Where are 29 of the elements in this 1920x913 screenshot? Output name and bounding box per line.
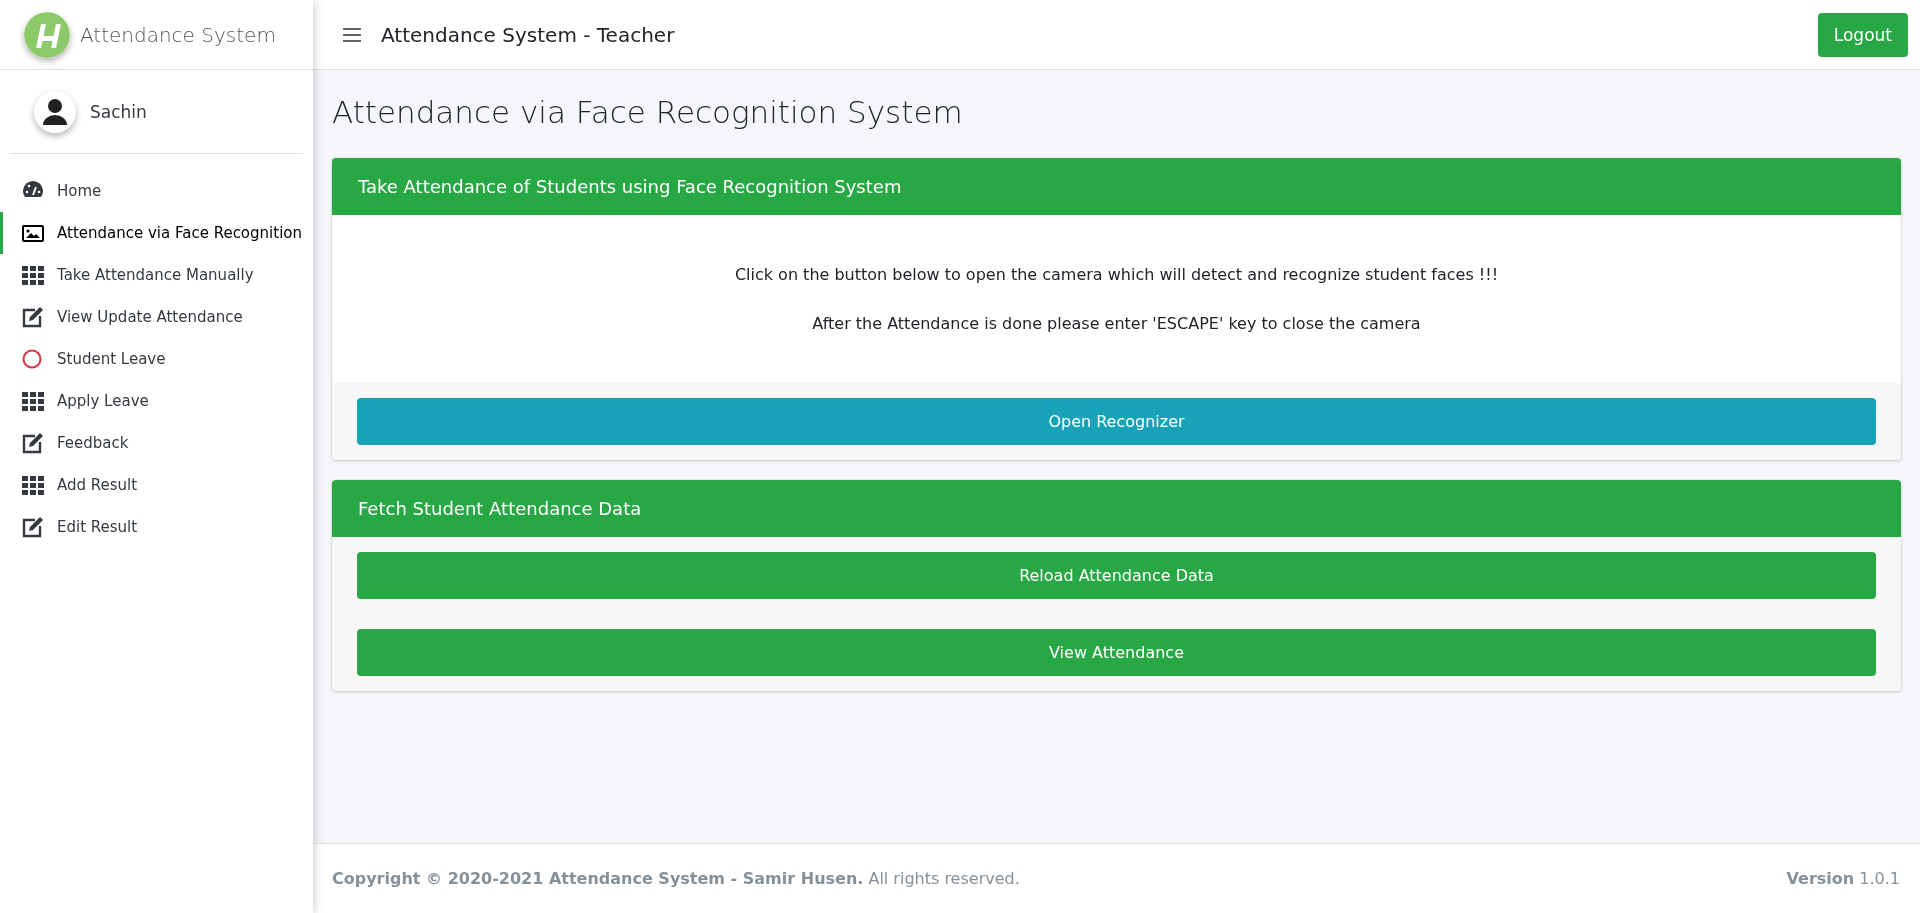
- sidebar-item[interactable]: Add Result: [0, 464, 313, 506]
- sidebar-item[interactable]: Student Leave: [0, 338, 313, 380]
- brand-name: Attendance System: [80, 22, 276, 47]
- sidebar-item[interactable]: Apply Leave: [0, 380, 313, 422]
- sidebar-item[interactable]: Attendance via Face Recognition: [0, 212, 313, 254]
- sidebar-item[interactable]: Take Attendance Manually: [0, 254, 313, 296]
- card-header: Fetch Student Attendance Data: [332, 480, 1901, 537]
- logo-icon: [24, 11, 70, 58]
- page-title: Attendance via Face Recognition System: [332, 94, 964, 130]
- edit-icon: [21, 432, 45, 454]
- sidebar-item[interactable]: View Update Attendance: [0, 296, 313, 338]
- edit-icon: [21, 516, 45, 538]
- app-title: Attendance System - Teacher: [381, 22, 676, 47]
- menu-icon[interactable]: [343, 26, 361, 43]
- grid-icon: [21, 390, 45, 412]
- version-text: Version 1.0.1: [1786, 869, 1900, 888]
- sidebar-item[interactable]: Home: [0, 170, 313, 212]
- avatar-icon: [34, 91, 76, 133]
- copyright-text: Copyright © 2020-2021 Attendance System - Samir Husen. All rights reserved.: [332, 869, 1020, 888]
- grid-icon: [21, 474, 45, 496]
- image-icon: [21, 222, 45, 244]
- sidebar-item[interactable]: Edit Result: [0, 506, 313, 548]
- instruction-text: Click on the button below to open the camera which will detect and recognize student faces !!!: [733, 265, 1500, 284]
- user-name: Sachin: [90, 102, 147, 122]
- sidebar-item[interactable]: Feedback: [0, 422, 313, 464]
- card-header: Take Attendance of Students using Face Recognition System: [332, 158, 1901, 215]
- edit-icon: [21, 306, 45, 328]
- instruction-text: After the Attendance is done please enter 'ESCAPE' key to close the camera: [811, 314, 1422, 333]
- grid-icon: [21, 264, 45, 286]
